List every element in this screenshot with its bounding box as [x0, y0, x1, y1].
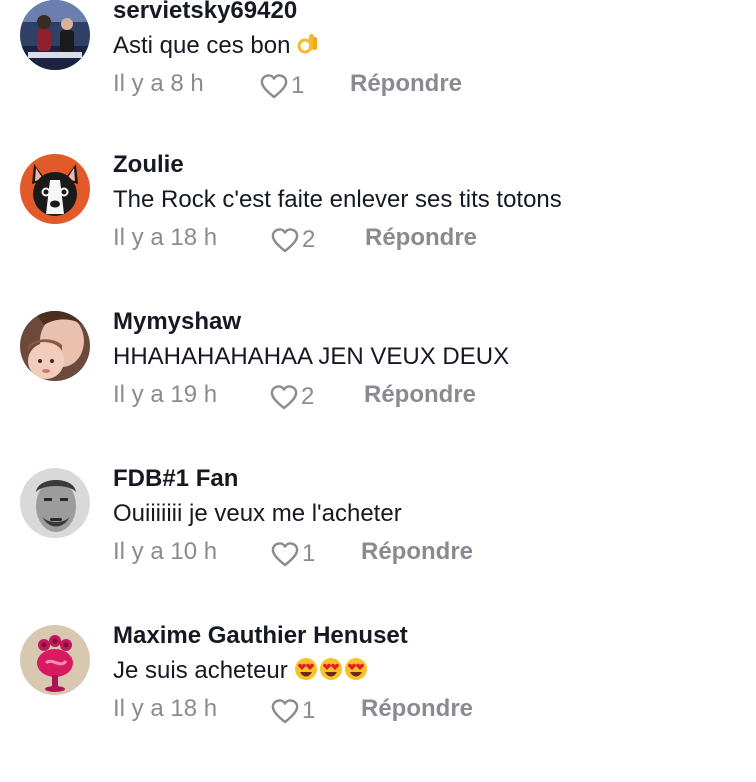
- avatar[interactable]: [20, 0, 90, 70]
- comment-username[interactable]: FDB#1 Fan: [113, 465, 238, 493]
- comment-text-content: Je suis acheteur: [113, 657, 288, 684]
- comment-username[interactable]: Mymyshaw: [113, 308, 241, 336]
- tv-studio-avatar-icon: [20, 0, 90, 70]
- comment-meta: Il y a 10 h 1 Répondre: [113, 534, 673, 574]
- comment-username[interactable]: Zoulie: [113, 151, 184, 179]
- like-button[interactable]: 2: [270, 222, 315, 258]
- avatar[interactable]: [20, 154, 90, 224]
- like-count: 1: [291, 72, 305, 99]
- avatar[interactable]: [20, 468, 90, 538]
- heart-eyes-emoji-icon: [294, 657, 368, 688]
- comment-time: Il y a 10 h: [113, 538, 218, 565]
- comment-username[interactable]: servietsky69420: [113, 0, 297, 25]
- comment-text: HHAHAHAHAHAA JEN VEUX DEUX: [113, 343, 510, 370]
- french-bulldog-avatar-icon: [20, 154, 90, 224]
- heart-icon: [260, 74, 288, 99]
- comment-meta: Il y a 8 h 1 Répondre: [113, 66, 673, 106]
- like-count: 2: [301, 383, 315, 410]
- comment-text: Asti que ces bon: [113, 32, 319, 63]
- comment-meta: Il y a 19 h 2 Répondre: [113, 377, 673, 417]
- comment-item: Zoulie The Rock c'est faite enlever ses …: [0, 151, 756, 311]
- comment-time: Il y a 18 h: [113, 695, 218, 722]
- like-button[interactable]: 1: [259, 68, 304, 104]
- avatar[interactable]: [20, 311, 90, 381]
- reply-button[interactable]: Répondre: [365, 224, 477, 252]
- pink-creature-avatar-icon: [20, 625, 90, 695]
- comment-item: FDB#1 Fan Ouiiiiiii je veux me l'acheter…: [0, 465, 756, 625]
- comment-time: Il y a 19 h: [113, 381, 218, 408]
- comment-time: Il y a 8 h: [113, 70, 204, 97]
- comment-text-content: Asti que ces bon: [113, 32, 291, 59]
- like-count: 1: [302, 540, 316, 567]
- man-portrait-avatar-icon: [20, 468, 90, 538]
- ok-hand-icon: [297, 32, 319, 63]
- comment-text: The Rock c'est faite enlever ses tits to…: [113, 186, 562, 213]
- comment-username[interactable]: Maxime Gauthier Henuset: [113, 622, 408, 650]
- comment-item: Maxime Gauthier Henuset Je suis acheteur: [0, 622, 756, 782]
- comment-item: Mymyshaw HHAHAHAHAHAA JEN VEUX DEUX Il y…: [0, 308, 756, 468]
- comment-text: Ouiiiiiii je veux me l'acheter: [113, 500, 402, 527]
- comment-text: Je suis acheteur: [113, 657, 368, 688]
- like-button[interactable]: 1: [270, 693, 315, 729]
- mother-baby-avatar-icon: [20, 311, 90, 381]
- heart-icon: [271, 542, 299, 567]
- heart-icon: [271, 699, 299, 724]
- comment-meta: Il y a 18 h 2 Répondre: [113, 220, 673, 260]
- heart-icon: [271, 228, 299, 253]
- like-count: 1: [302, 697, 316, 724]
- like-count: 2: [302, 226, 316, 253]
- reply-button[interactable]: Répondre: [350, 70, 462, 98]
- comment-meta: Il y a 18 h 1 Répondre: [113, 691, 673, 731]
- like-button[interactable]: 1: [270, 536, 315, 572]
- comment-time: Il y a 18 h: [113, 224, 218, 251]
- avatar[interactable]: [20, 625, 90, 695]
- heart-icon: [270, 385, 298, 410]
- reply-button[interactable]: Répondre: [361, 538, 473, 566]
- reply-button[interactable]: Répondre: [364, 381, 476, 409]
- comment-item: servietsky69420 Asti que ces bon Il y a …: [0, 0, 756, 157]
- like-button[interactable]: 2: [269, 379, 314, 415]
- reply-button[interactable]: Répondre: [361, 695, 473, 723]
